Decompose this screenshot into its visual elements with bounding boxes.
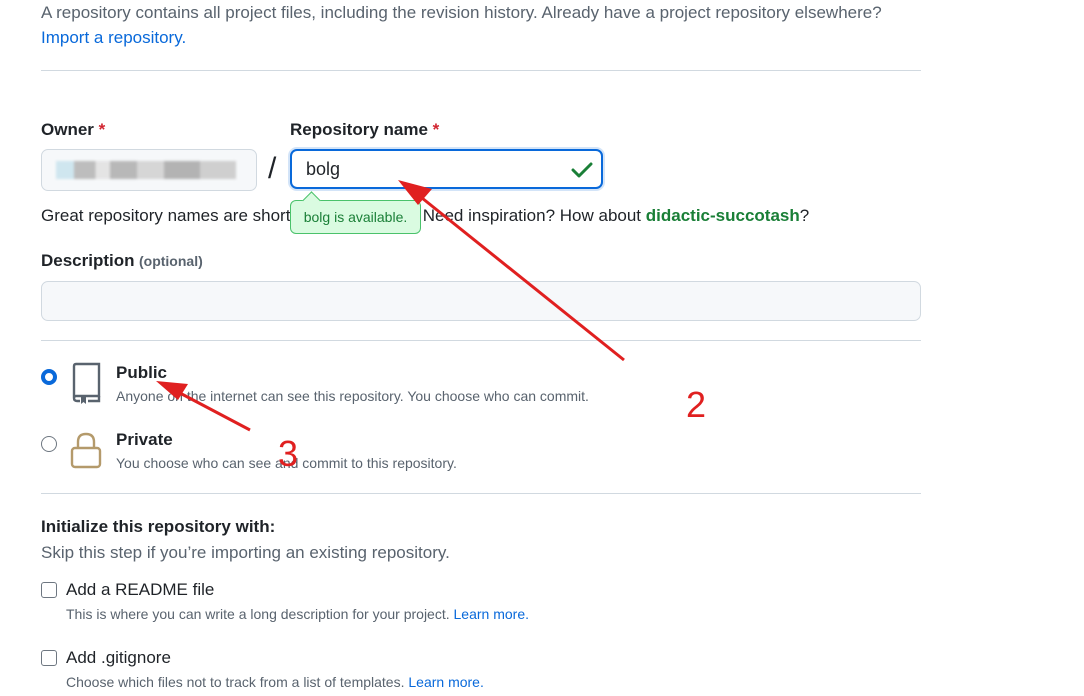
annotation-number-2: 2 xyxy=(686,384,707,425)
arrow-to-public xyxy=(156,381,251,432)
annotation-number-3: 3 xyxy=(278,433,299,474)
annotation-arrows xyxy=(156,180,625,432)
arrow-to-repo-name xyxy=(398,180,625,362)
